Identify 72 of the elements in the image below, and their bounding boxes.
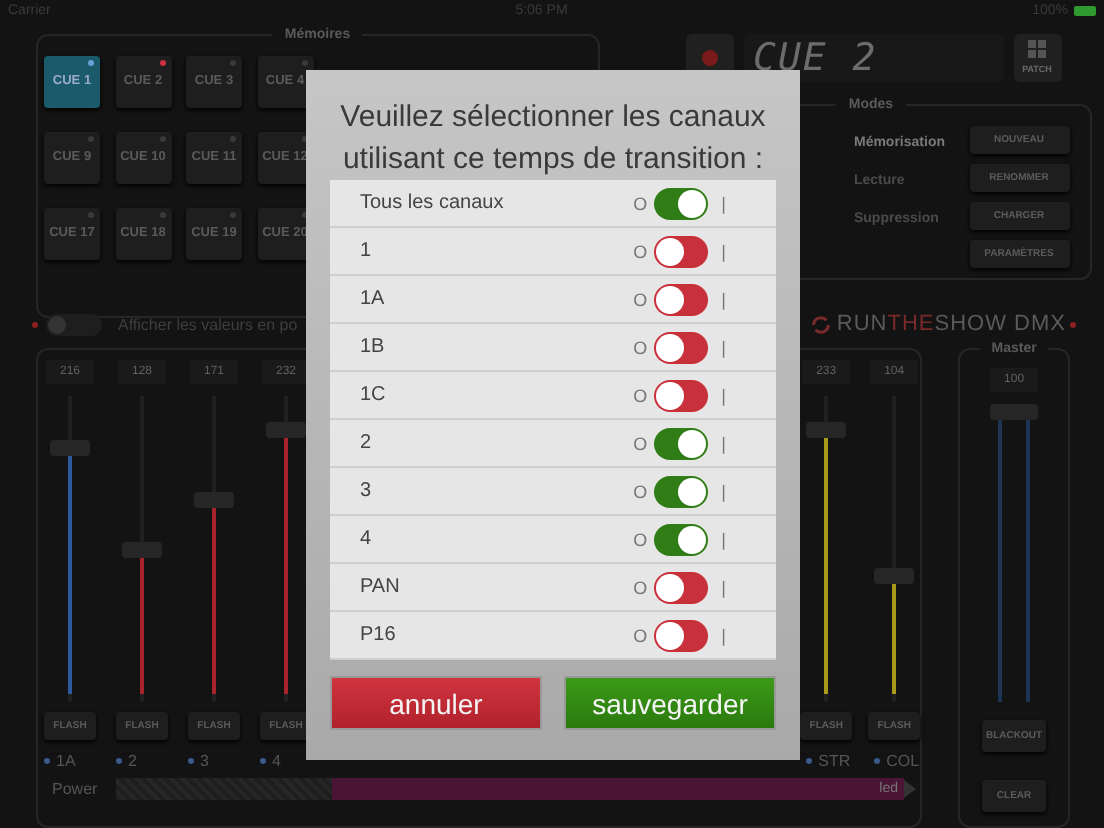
toggle-switch[interactable]	[653, 619, 708, 651]
fader-handle[interactable]	[806, 422, 847, 439]
off-mark: O	[633, 241, 648, 261]
cue-display: CUE 2	[743, 33, 1003, 82]
channel-label: 4	[272, 752, 281, 770]
fader-handle[interactable]	[874, 567, 915, 584]
channel-name: 1C	[360, 384, 388, 406]
status-dot	[1070, 321, 1076, 328]
off-mark: O	[633, 289, 648, 309]
fader-handle[interactable]	[122, 541, 162, 557]
toggle-switch[interactable]	[653, 475, 708, 507]
off-mark: O	[633, 481, 648, 501]
toggle-switch[interactable]	[653, 571, 708, 603]
off-mark: O	[633, 193, 648, 213]
off-mark: O	[633, 337, 648, 357]
fader-handle[interactable]	[266, 422, 306, 439]
grid-icon	[1027, 40, 1047, 61]
channel-name: 1A	[360, 288, 387, 310]
channel-name: P16	[360, 624, 398, 646]
off-mark: O	[633, 433, 648, 453]
channel-name: 1B	[360, 336, 387, 358]
on-mark: |	[721, 289, 726, 309]
on-mark: |	[721, 193, 726, 213]
on-mark: |	[721, 241, 726, 261]
channel-name: 1	[360, 240, 374, 262]
on-mark: |	[721, 577, 726, 597]
channel-name: PAN	[360, 576, 402, 598]
channel-label: 3	[200, 752, 209, 770]
dialog-title: Veuillez sélectionner les canaux utilisant ce temps de transition :	[338, 98, 768, 180]
on-mark: |	[721, 625, 726, 645]
on-mark: |	[721, 529, 726, 549]
off-mark: O	[633, 577, 648, 597]
toggle-switch[interactable]	[653, 187, 708, 219]
channel-name: 3	[360, 480, 374, 502]
off-mark: O	[633, 529, 648, 549]
fader-handle[interactable]	[990, 404, 1039, 420]
channel-name: 4	[360, 528, 374, 550]
toggle-switch[interactable]	[653, 379, 708, 411]
fader-handle[interactable]	[194, 491, 234, 508]
status-dot	[806, 758, 813, 764]
off-mark: O	[633, 385, 648, 405]
toggle-switch[interactable]	[653, 235, 708, 267]
toggle-switch[interactable]	[46, 313, 102, 336]
status-dot	[188, 758, 194, 764]
channel-label: 2	[128, 752, 137, 770]
status-dot	[116, 758, 122, 764]
fader-handle[interactable]	[50, 439, 90, 456]
off-mark: O	[633, 625, 648, 645]
record-icon	[699, 47, 719, 68]
battery-icon	[1074, 5, 1096, 16]
channel-label: STR	[818, 752, 851, 770]
refresh-icon	[810, 313, 833, 336]
channel-label: 1A	[56, 752, 76, 770]
on-mark: |	[721, 433, 726, 453]
channel-label: COL	[886, 752, 920, 770]
toggle-switch[interactable]	[653, 427, 708, 459]
app-logo: RUNTHESHOW DMX	[836, 312, 1066, 337]
on-mark: |	[721, 385, 726, 405]
status-dot	[32, 321, 38, 328]
status-dot	[874, 758, 881, 764]
status-dot	[44, 758, 50, 764]
toggle-switch[interactable]	[653, 331, 708, 363]
toggle-switch[interactable]	[653, 523, 708, 555]
power-label: Power	[52, 780, 100, 798]
toggle-switch[interactable]	[653, 283, 708, 315]
on-mark: |	[721, 337, 726, 357]
on-mark: |	[721, 481, 726, 501]
save-button[interactable]: sauvegarder	[564, 676, 776, 730]
channel-name: 2	[360, 432, 374, 454]
channel-name: Tous les canaux	[360, 192, 506, 214]
status-dot	[260, 758, 266, 764]
cancel-button[interactable]: annuler	[330, 676, 542, 730]
